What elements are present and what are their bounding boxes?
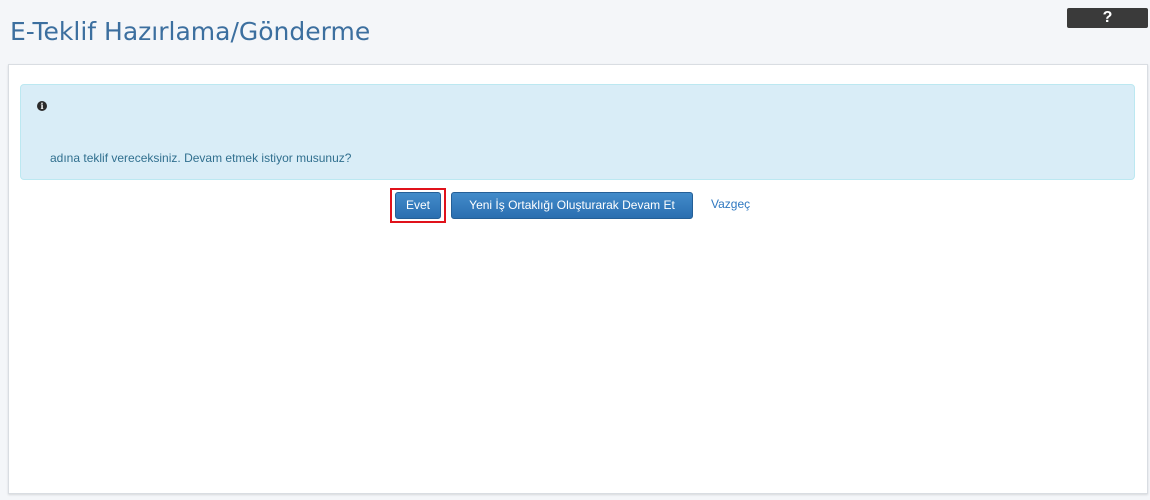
page-title: E-Teklif Hazırlama/Gönderme (10, 17, 371, 46)
info-alert: i adına teklif vereceksiniz. Devam etmek… (20, 84, 1135, 180)
new-joint-venture-button[interactable]: Yeni İş Ortaklığı Oluşturarak Devam Et (451, 192, 693, 219)
yes-button[interactable]: Evet (395, 192, 441, 219)
content-panel: i adına teklif vereceksiniz. Devam etmek… (8, 64, 1148, 494)
page-header: E-Teklif Hazırlama/Gönderme ? (0, 0, 1150, 64)
alert-message: adına teklif vereceksiniz. Devam etmek i… (50, 151, 352, 165)
info-circle-icon: i (37, 101, 47, 111)
help-button[interactable]: ? (1067, 8, 1148, 28)
action-bar: Evet Yeni İş Ortaklığı Oluşturarak Devam… (9, 188, 1147, 223)
cancel-link[interactable]: Vazgeç (711, 197, 750, 211)
